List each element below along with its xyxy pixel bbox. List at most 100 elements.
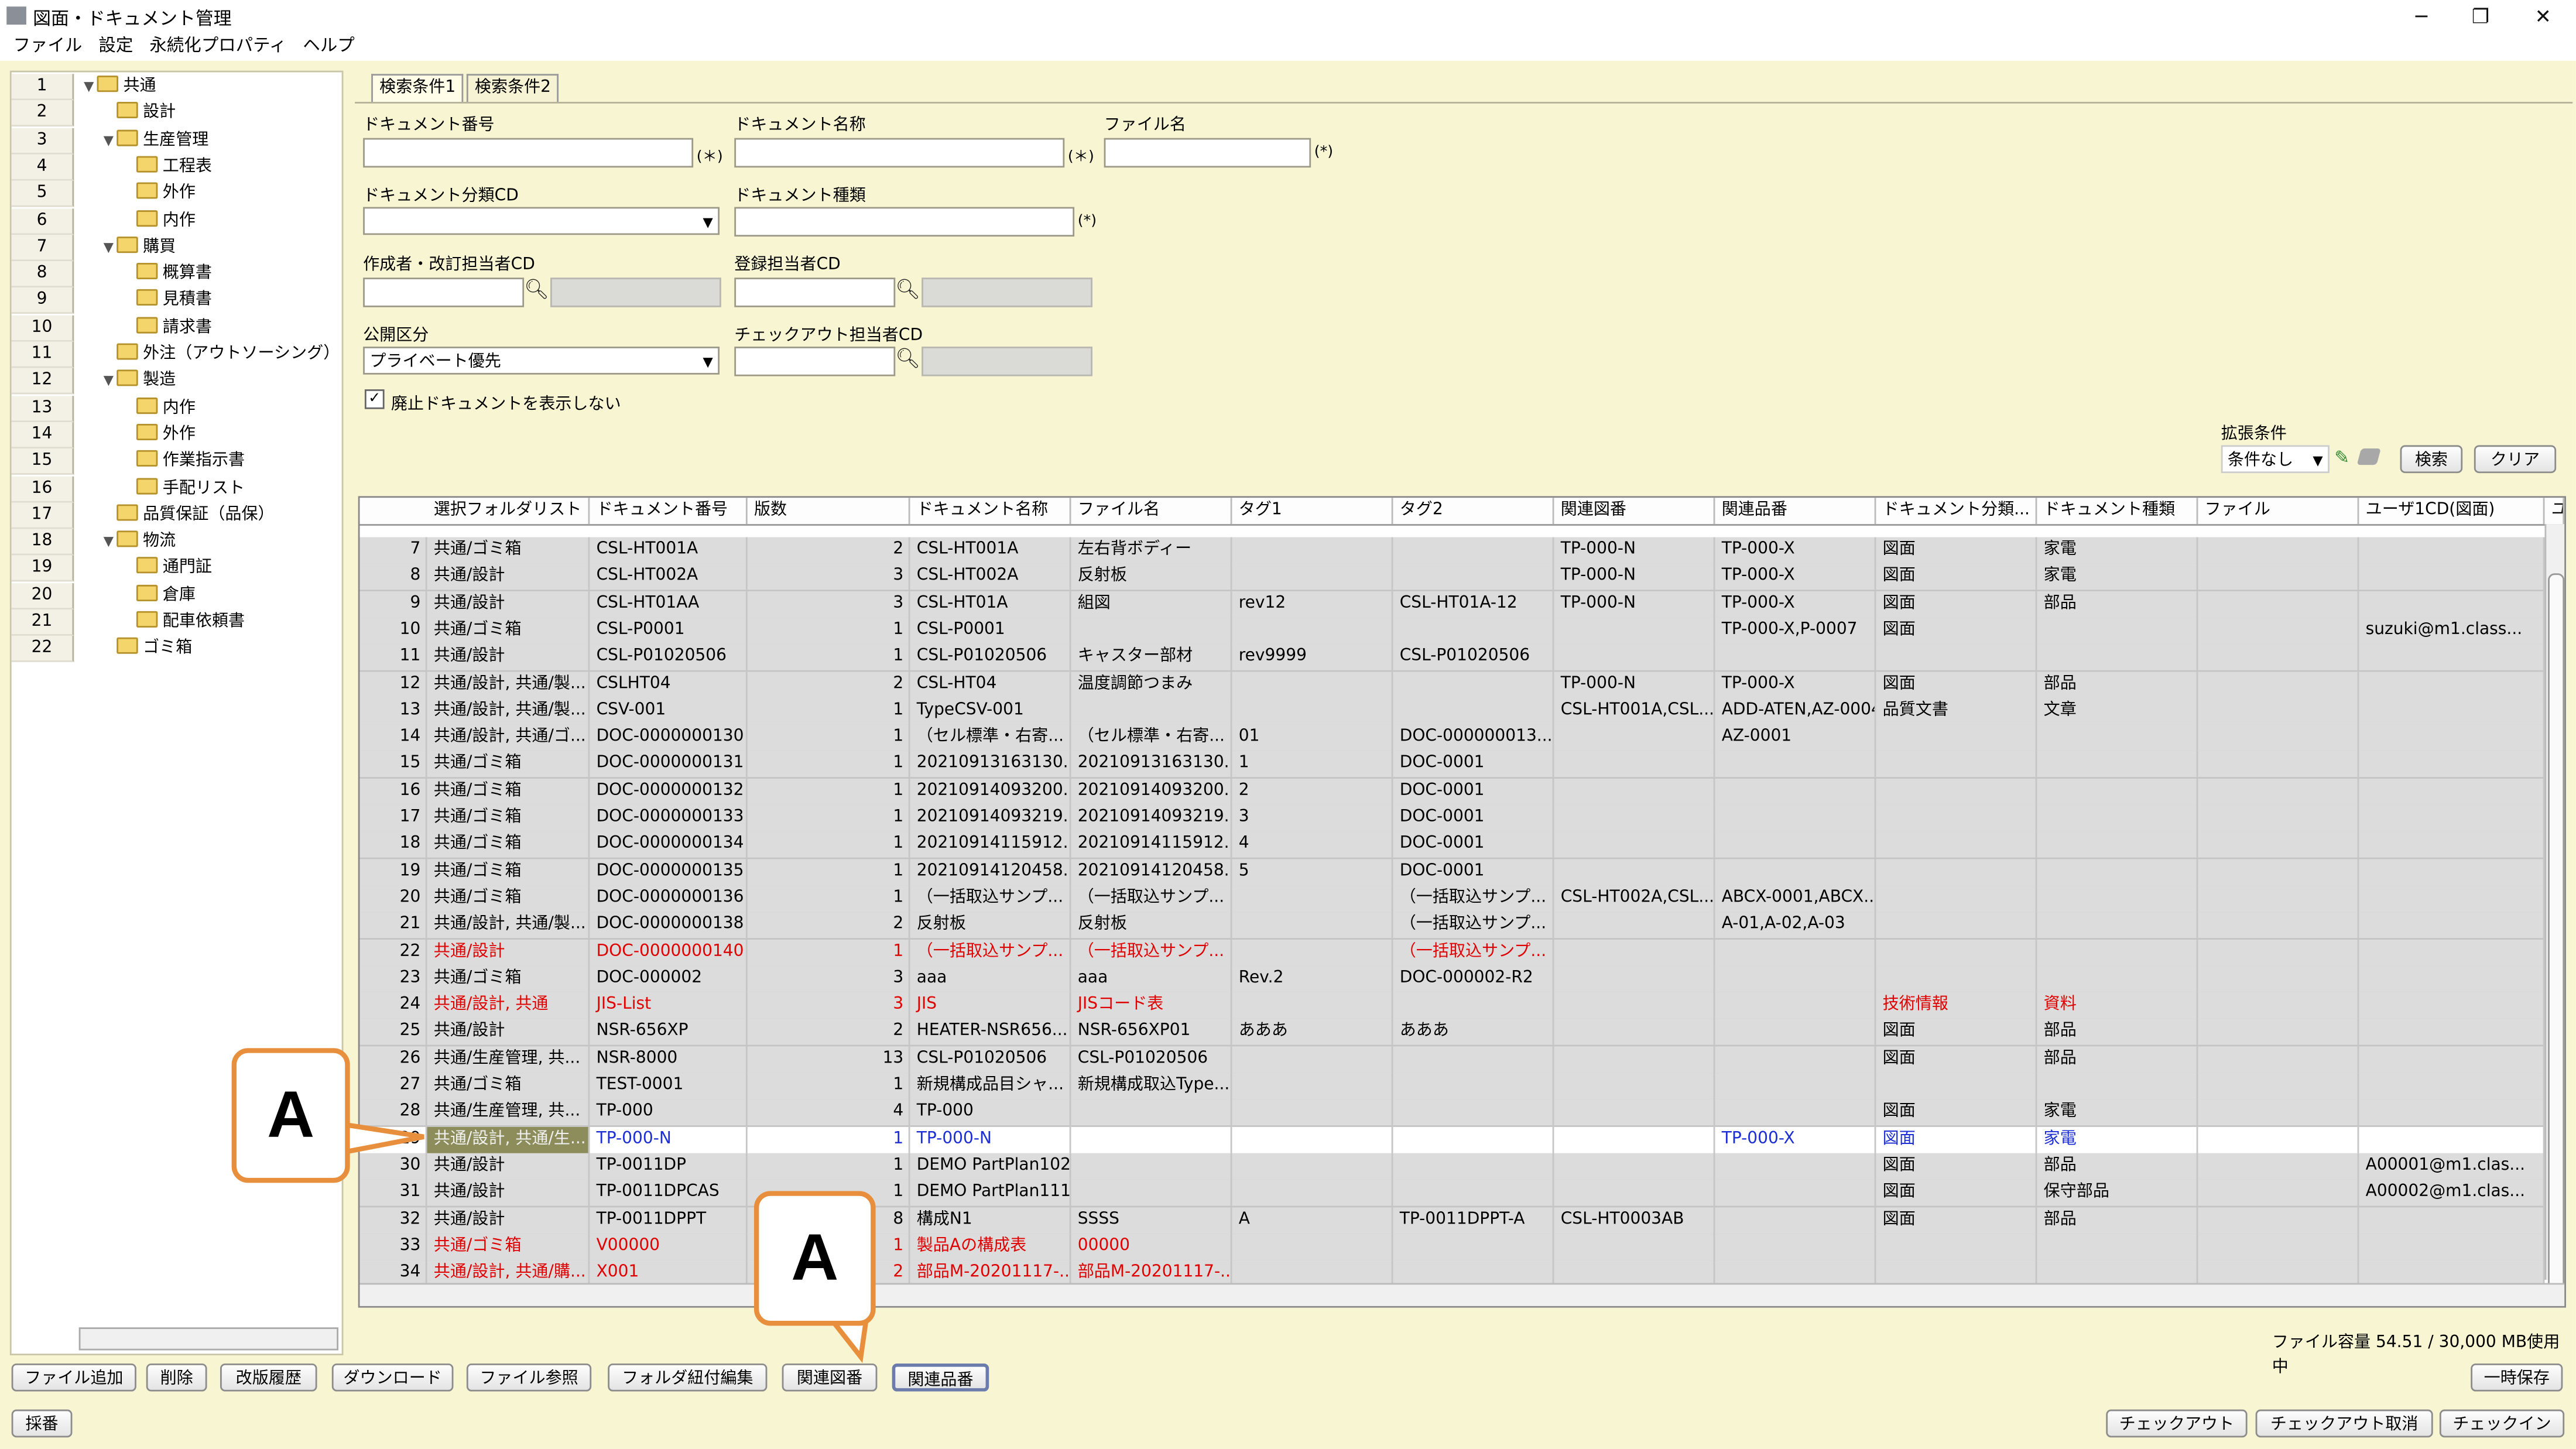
tree-row[interactable]: 9 見積書 <box>11 288 342 315</box>
maximize-button[interactable]: ❐ <box>2451 2 2510 32</box>
tree-node[interactable]: 配車依頼書 <box>123 609 245 636</box>
column-header[interactable]: 選択フォルダリスト <box>427 498 590 525</box>
table-row[interactable]: 24 共通/設計, 共通 JIS-List 3 JIS JISコード表 技術情報 資料 <box>359 992 2565 1020</box>
table-row[interactable]: 15 共通/ゴミ箱 DOC-0000000131 1 20210913163130...… <box>359 751 2565 780</box>
menu-help[interactable]: ヘルプ <box>303 33 354 61</box>
tree-node[interactable]: ▼ 生産管理 <box>104 128 208 154</box>
column-header[interactable]: タグ2 <box>1393 498 1554 525</box>
numbering-button[interactable]: 採番 <box>11 1409 73 1438</box>
column-header[interactable]: ドキュメント分類... <box>1876 498 2037 525</box>
tree-row[interactable]: 22 ゴミ箱 <box>11 636 342 663</box>
table-row[interactable]: 22 共通/設計 DOC-0000000140 1 （一括取込サンプ... （一括取込サン… <box>359 938 2565 967</box>
tree-node[interactable]: 内作 <box>123 395 196 422</box>
registrant-code-input[interactable] <box>734 278 896 307</box>
author-code-input[interactable] <box>363 278 525 307</box>
table-row[interactable]: 9 共通/設計 CSL-HT01AA 3 CSL-HT01A 組図 rev12 CSL-HT0… <box>359 591 2565 619</box>
tree-node[interactable]: 通門証 <box>123 556 212 583</box>
tree-row[interactable]: 12 ▼ 製造 <box>11 368 342 395</box>
close-button[interactable]: ✕ <box>2513 2 2572 32</box>
tree-row[interactable]: 8 概算書 <box>11 261 342 288</box>
tree-node[interactable]: ▼ 共通 <box>84 74 156 100</box>
checkout-button[interactable]: チェックアウト <box>2106 1409 2248 1438</box>
related-part-button[interactable]: 関連品番 <box>892 1363 989 1392</box>
column-header[interactable]: ドキュメント名称 <box>910 498 1071 525</box>
expand-toggle-icon[interactable]: ▼ <box>84 74 97 100</box>
tree-node[interactable]: 手配リスト <box>123 475 245 502</box>
tree-row[interactable]: 19 通門証 <box>11 556 342 583</box>
tree-node[interactable]: 概算書 <box>123 261 212 287</box>
public-type-select[interactable]: プライベート優先 ▼ <box>363 347 720 375</box>
clear-button[interactable]: クリア <box>2474 445 2557 474</box>
file-reference-button[interactable]: ファイル参照 <box>466 1363 592 1392</box>
table-row[interactable]: 13 共通/設計, 共通/製... CSV-001 1 TypeCSV-001 CSL-H… <box>359 697 2565 726</box>
table-row[interactable]: 17 共通/ゴミ箱 DOC-0000000133 1 20210914093219...… <box>359 804 2565 833</box>
tree-row[interactable]: 4 工程表 <box>11 154 342 181</box>
tree-row[interactable]: 3 ▼ 生産管理 <box>11 127 342 154</box>
table-row[interactable]: 25 共通/設計 NSR-656XP 2 HEATER-NSR656... NSR-656… <box>359 1019 2565 1047</box>
column-header[interactable]: 版数 <box>748 498 910 525</box>
checkout-person-code-input[interactable] <box>734 347 896 376</box>
table-row[interactable]: 30 共通/設計 TP-0011DP 1 DEMO PartPlan102 図面 部品 A00… <box>359 1153 2565 1181</box>
tree-node[interactable]: 外作 <box>123 181 196 207</box>
registrant-search-icon[interactable]: 🔍︎ <box>895 278 920 300</box>
tree-row[interactable]: 15 作業指示書 <box>11 448 342 475</box>
tree-row[interactable]: 21 配車依頼書 <box>11 609 342 636</box>
table-row[interactable]: 27 共通/ゴミ箱 TEST-0001 1 新規構成品目シャ... 新規構成取込Type.… <box>359 1073 2565 1101</box>
table-row[interactable]: 16 共通/ゴミ箱 DOC-0000000132 1 20210914093200...… <box>359 778 2565 806</box>
table-row[interactable]: 14 共通/設計, 共通/ゴ... DOC-0000000130 1 （セル標準・右寄.… <box>359 724 2565 753</box>
tree-node[interactable]: ゴミ箱 <box>104 636 192 663</box>
scroll-thumb[interactable] <box>2548 573 2565 1300</box>
table-row[interactable]: 21 共通/設計, 共通/製... DOC-0000000138 2 反射板 反射板 （一括… <box>359 912 2565 940</box>
expand-toggle-icon[interactable]: ▼ <box>104 368 117 395</box>
table-row[interactable]: 26 共通/生産管理, 共... NSR-8000 13 CSL-P01020506 CS… <box>359 1046 2565 1074</box>
menu-file[interactable]: ファイル <box>13 33 82 61</box>
table-row[interactable]: 29共通/設計, 共通/生...TP-000-N1TP-000-NTP-000-… <box>359 1126 2565 1155</box>
tree-node[interactable]: ▼ 製造 <box>104 368 176 395</box>
file-name-input[interactable] <box>1104 138 1311 168</box>
download-button[interactable]: ダウンロード <box>331 1363 454 1392</box>
column-header[interactable]: 関連品番 <box>1715 498 1876 525</box>
tree-row[interactable]: 2 設計 <box>11 100 342 127</box>
tree-row[interactable]: 5 外作 <box>11 181 342 208</box>
folder-link-edit-button[interactable]: フォルダ紐付編集 <box>608 1363 768 1392</box>
add-file-button[interactable]: ファイル追加 <box>11 1363 136 1392</box>
table-row[interactable]: 12 共通/設計, 共通/製... CSLHT04 2 CSL-HT04 温度調節つまみ T… <box>359 671 2565 699</box>
tree-node[interactable]: 設計 <box>104 101 176 127</box>
checkout-cancel-button[interactable]: チェックアウト取消 <box>2255 1409 2433 1438</box>
doc-name-input[interactable] <box>734 138 1065 168</box>
tree-row[interactable]: 7 ▼ 購買 <box>11 234 342 261</box>
column-header[interactable]: タグ1 <box>1232 498 1393 525</box>
table-row[interactable]: 10 共通/ゴミ箱 CSL-P0001 1 CSL-P0001 TP-000-X,P-00… <box>359 617 2565 646</box>
table-row[interactable]: 20 共通/ゴミ箱 DOC-0000000136 1 （一括取込サンプ... （一括取込サ… <box>359 885 2565 913</box>
tree-row[interactable]: 13 内作 <box>11 395 342 422</box>
tree-node[interactable]: 工程表 <box>123 154 212 180</box>
expand-toggle-icon[interactable]: ▼ <box>104 529 117 556</box>
column-header[interactable]: ドキュメント種類 <box>2037 498 2198 525</box>
tree-node[interactable]: 外作 <box>123 422 196 448</box>
checkin-button[interactable]: チェックイン <box>2439 1409 2565 1438</box>
tree-node[interactable]: 倉庫 <box>123 583 196 609</box>
author-search-icon[interactable]: 🔍︎ <box>524 278 549 300</box>
menu-persistence[interactable]: 永続化プロパティ <box>149 33 286 61</box>
doc-category-select[interactable]: ▼ <box>363 207 720 235</box>
tree-row[interactable]: 18 ▼ 物流 <box>11 529 342 556</box>
table-row[interactable]: 23 共通/ゴミ箱 DOC-000002 3 aaa aaa Rev.2 DOC-000002… <box>359 965 2565 994</box>
column-header[interactable]: ユ <box>2544 498 2565 525</box>
minimize-button[interactable]: ─ <box>2392 2 2451 32</box>
revision-history-button[interactable]: 改版履歴 <box>220 1363 317 1392</box>
tree-row[interactable]: 11 外注（アウトソーシング） <box>11 341 342 368</box>
tree-row[interactable]: 20 倉庫 <box>11 583 342 609</box>
table-row[interactable]: 31 共通/設計 TP-0011DPCAS 1 DEMO PartPlan111 図面 保守… <box>359 1180 2565 1208</box>
tree-row[interactable]: 14 外作 <box>11 422 342 448</box>
expand-toggle-icon[interactable]: ▼ <box>104 128 117 154</box>
tree-node[interactable]: 品質保証（品保） <box>104 502 275 529</box>
tree-node[interactable]: 作業指示書 <box>123 449 245 475</box>
delete-button[interactable]: 削除 <box>146 1363 207 1392</box>
table-row[interactable]: 19 共通/ゴミ箱 DOC-0000000135 1 20210914120458...… <box>359 858 2565 887</box>
table-row[interactable]: 7 共通/ゴミ箱 CSL-HT001A 2 CSL-HT001A 左右背ボディー TP-00… <box>359 537 2565 566</box>
tree-node[interactable]: 見積書 <box>123 288 212 314</box>
tab-search-condition-1[interactable]: 検索条件1 <box>371 74 464 102</box>
tree-row[interactable]: 10 請求書 <box>11 314 342 341</box>
tree-row[interactable]: 6 内作 <box>11 207 342 234</box>
tree-horizontal-scrollbar[interactable] <box>78 1327 339 1351</box>
